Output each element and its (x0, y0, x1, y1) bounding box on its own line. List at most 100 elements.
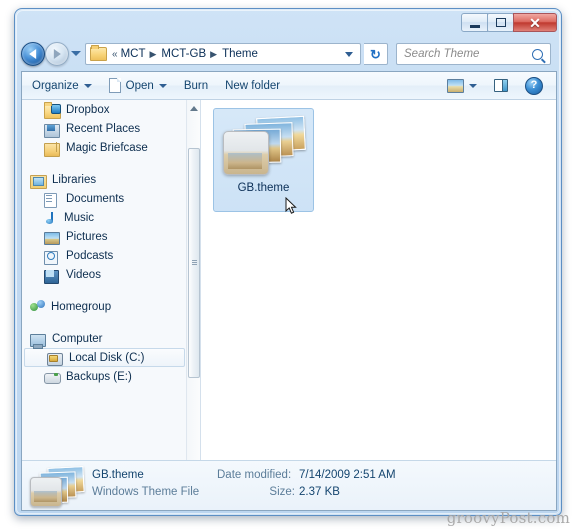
status-file-icon (30, 465, 86, 507)
sidebar-group-spacer (22, 284, 187, 297)
file-name-label: GB.theme (237, 182, 290, 194)
navigation-pane: Dropbox Recent Places Magic Briefcase Li… (22, 100, 201, 482)
breadcrumb-overflow-icon[interactable]: « (111, 49, 119, 60)
navigation-scrollbar[interactable] (186, 100, 200, 482)
watermark: groovyPost.com (446, 509, 570, 527)
client-area: Organize Open Burn New folder ? Dropbox … (21, 71, 557, 511)
sidebar-item-label: Recent Places (66, 122, 141, 135)
search-icon (532, 48, 543, 60)
close-icon: ✕ (529, 14, 541, 31)
briefcase-icon (44, 141, 60, 157)
help-button[interactable]: ? (518, 75, 550, 97)
homegroup-icon (30, 299, 45, 314)
status-file-name: GB.theme (92, 468, 144, 481)
address-bar[interactable]: « MCT ▶ MCT-GB ▶ Theme (85, 43, 361, 65)
sidebar-item-magic-briefcase[interactable]: Magic Briefcase (22, 138, 187, 157)
maximize-icon (495, 18, 506, 27)
drive-icon (44, 370, 61, 384)
sidebar-item-podcasts[interactable]: Podcasts (22, 246, 187, 265)
sidebar-item-local-disk-c[interactable]: Local Disk (C:) (24, 348, 185, 367)
sidebar-item-label: Documents (66, 192, 125, 205)
toolbar-right-group: ? (437, 75, 556, 97)
sidebar-item-pictures[interactable]: Pictures (22, 227, 187, 246)
view-icon (447, 78, 464, 93)
folder-sync-icon (44, 103, 61, 119)
status-file-properties: Date modified: 7/14/2009 2:51 AM Size: 2… (217, 469, 556, 503)
sidebar-item-backups-e[interactable]: Backups (E:) (22, 367, 187, 386)
refresh-button[interactable]: ↻ (364, 43, 388, 65)
sidebar-item-label: Pictures (66, 230, 108, 243)
recent-places-icon (44, 122, 60, 138)
document-icon (108, 78, 121, 93)
back-arrow-icon (29, 49, 37, 59)
status-file-type: Windows Theme File (92, 485, 200, 498)
breadcrumb-separator-icon[interactable]: ▶ (147, 49, 159, 60)
folder-icon (90, 45, 107, 61)
scroll-up-button[interactable] (187, 100, 200, 116)
file-list-pane[interactable]: GB.theme (201, 100, 556, 482)
chevron-up-icon (190, 105, 198, 111)
documents-icon (44, 192, 60, 208)
computer-icon (30, 332, 46, 347)
sidebar-item-videos[interactable]: Videos (22, 265, 187, 284)
title-bar: ✕ (15, 9, 563, 39)
sidebar-item-computer[interactable]: Computer (22, 329, 187, 348)
libraries-icon (30, 173, 47, 189)
status-bar: GB.theme Windows Theme File Date modifie… (22, 460, 556, 510)
sidebar-item-dropbox[interactable]: Dropbox (22, 100, 187, 119)
address-bar-row: « MCT ▶ MCT-GB ▶ Theme ↻ Search Theme (15, 39, 563, 69)
sidebar-group-spacer (22, 316, 187, 329)
chevron-down-icon[interactable] (345, 51, 353, 57)
search-placeholder: Search Theme (404, 48, 480, 60)
breadcrumb-theme[interactable]: Theme (220, 48, 260, 60)
organize-button[interactable]: Organize (25, 75, 99, 97)
screenshot-root: ✕ « MCT ▶ MCT-GB ▶ Theme ↻ Search Theme … (0, 0, 576, 529)
chevron-down-icon (158, 83, 167, 88)
forward-button[interactable] (45, 42, 69, 66)
sidebar-item-libraries[interactable]: Libraries (22, 170, 187, 189)
breadcrumb-mct-gb[interactable]: MCT-GB (159, 48, 208, 60)
sidebar-item-recent-places[interactable]: Recent Places (22, 119, 187, 138)
search-input[interactable]: Search Theme (396, 43, 551, 65)
chevron-down-icon (83, 83, 92, 88)
close-button[interactable]: ✕ (513, 13, 557, 32)
open-button[interactable]: Open (102, 75, 174, 97)
sidebar-item-music[interactable]: Music (22, 208, 187, 227)
window-controls: ✕ (461, 13, 557, 32)
sidebar-item-label: Videos (66, 268, 101, 281)
videos-icon (44, 268, 60, 284)
list-item[interactable]: GB.theme (213, 108, 314, 212)
change-view-button[interactable] (440, 75, 484, 97)
organize-label: Organize (32, 79, 79, 92)
status-size-value: 2.37 KB (299, 485, 340, 498)
status-size-label: Size: (269, 485, 295, 498)
sidebar-item-label: Dropbox (66, 103, 110, 116)
preview-pane-button[interactable] (487, 75, 515, 97)
help-icon: ? (525, 76, 543, 95)
sidebar-item-documents[interactable]: Documents (22, 189, 187, 208)
status-date-value: 7/14/2009 2:51 AM (299, 468, 396, 481)
minimize-button[interactable] (461, 13, 488, 32)
sidebar-item-label: Podcasts (66, 249, 114, 262)
sidebar-item-homegroup[interactable]: Homegroup (22, 297, 187, 316)
status-date-label: Date modified: (217, 468, 292, 481)
local-disk-icon (47, 351, 63, 366)
new-folder-button[interactable]: New folder (218, 75, 287, 97)
sidebar-item-label: Music (64, 211, 95, 224)
recent-pages-dropdown-icon[interactable] (71, 51, 81, 56)
minimize-icon (469, 24, 480, 28)
breadcrumb-mct[interactable]: MCT (119, 48, 148, 60)
new-folder-label: New folder (225, 79, 281, 92)
scrollbar-thumb[interactable] (188, 148, 200, 378)
refresh-icon: ↻ (370, 46, 381, 62)
maximize-button[interactable] (487, 13, 514, 32)
open-label: Open (125, 79, 154, 92)
preview-pane-icon (494, 79, 508, 92)
back-button[interactable] (21, 42, 45, 66)
burn-button[interactable]: Burn (177, 75, 215, 97)
sidebar-item-label: Computer (52, 332, 103, 345)
sidebar-group-spacer (22, 157, 187, 170)
breadcrumb-separator-icon[interactable]: ▶ (208, 49, 220, 60)
sidebar-item-label: Backups (E:) (66, 370, 132, 383)
sidebar-item-label: Magic Briefcase (66, 141, 148, 154)
